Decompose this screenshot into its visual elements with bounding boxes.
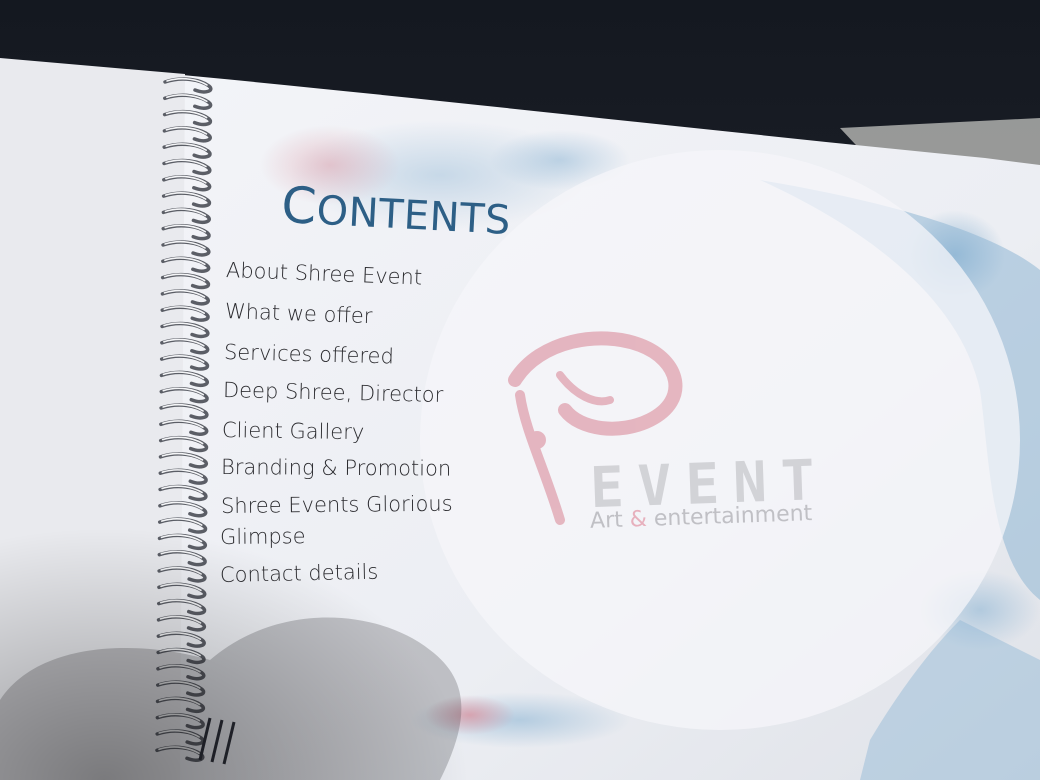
contents-item-offer: What we offer xyxy=(224,299,373,329)
contents-item-glorious: Shree Events Glorious xyxy=(220,491,453,518)
contents-item-director: Deep Shree, Director xyxy=(222,378,444,407)
contents-item-about: About Shree Event xyxy=(225,258,423,290)
contents-item-services: Services offered xyxy=(223,340,395,369)
contents-item-glimpse: Glimpse xyxy=(219,524,306,549)
contents-item-gallery: Client Gallery xyxy=(221,418,365,445)
contents-list: About Shree Event What we offer Services… xyxy=(0,0,1040,780)
contents-item-contact: Contact details xyxy=(219,559,379,587)
contents-item-branding: Branding & Promotion xyxy=(220,455,452,481)
photo-scene: CONTENTS About Shree Event What we offer… xyxy=(0,0,1040,780)
